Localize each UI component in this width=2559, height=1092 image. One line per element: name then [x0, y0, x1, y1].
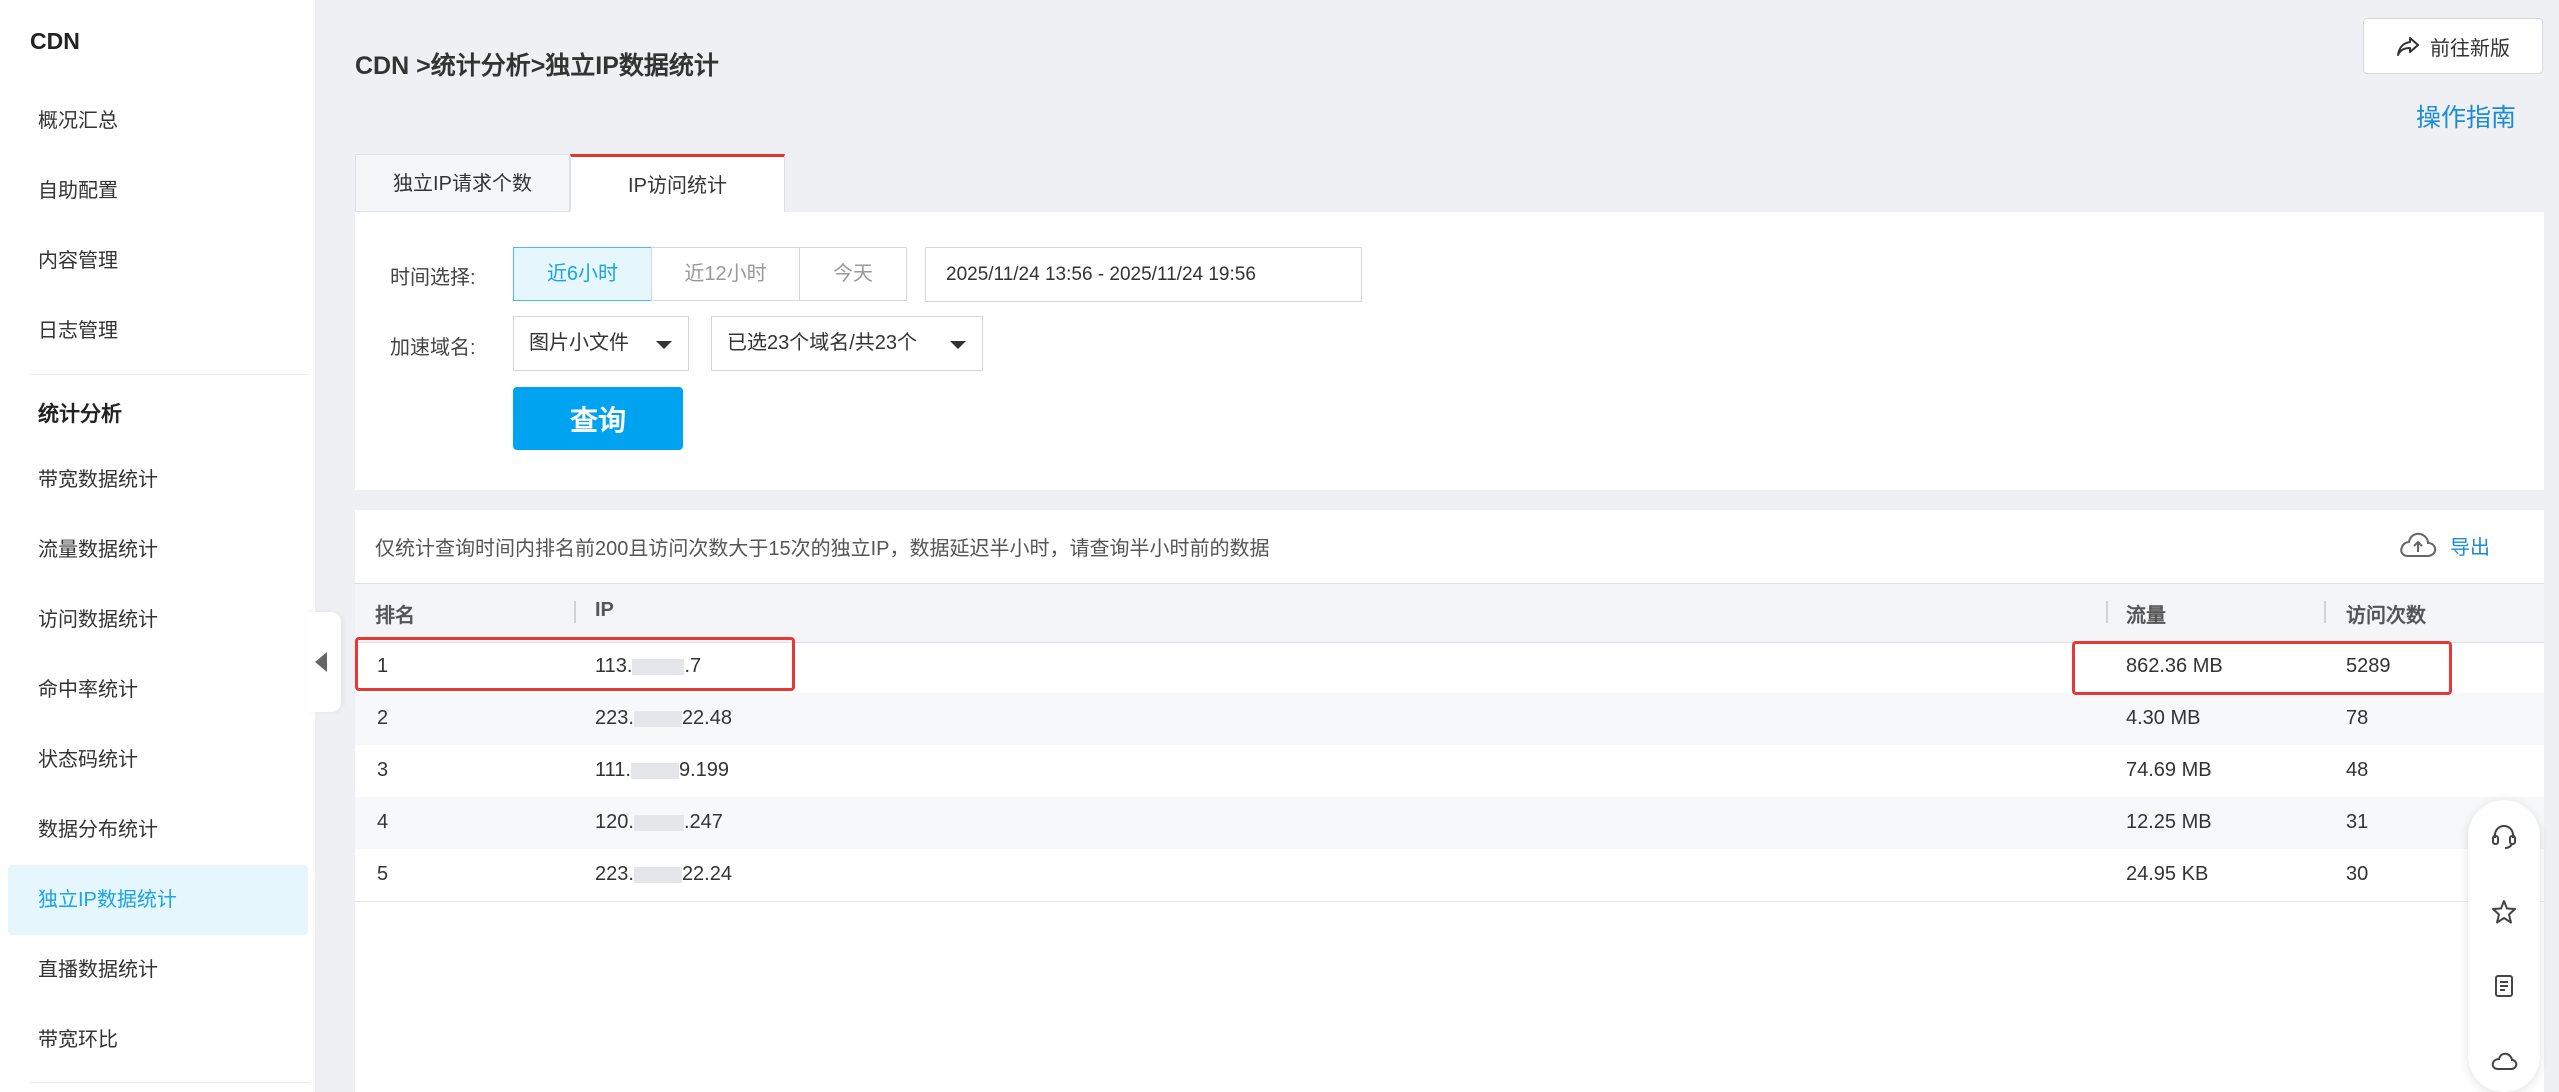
cell-ip: 111. 9.199: [595, 759, 729, 782]
sidebar-item-bandwidth-ratio[interactable]: 带宽环比: [8, 1005, 308, 1075]
floating-toolbar: [2468, 800, 2540, 1092]
cell-traffic: 4.30 MB: [2126, 707, 2201, 729]
table-bottom-divider: [355, 901, 2544, 902]
ip-prefix: 223.: [595, 707, 634, 729]
chevron-left-icon: [315, 652, 327, 672]
sidebar-item-distribution[interactable]: 数据分布统计: [8, 795, 308, 865]
cell-rank: 5: [377, 863, 389, 885]
sidebar-item-unique-ip[interactable]: 独立IP数据统计: [8, 865, 308, 935]
ip-mask: [633, 814, 684, 831]
sidebar-divider: [30, 374, 310, 375]
sidebar-divider: [30, 1082, 310, 1083]
time-option-6h[interactable]: 近6小时: [513, 247, 652, 301]
column-header-ip: IP: [595, 599, 614, 621]
time-option-today[interactable]: 今天: [799, 247, 907, 301]
sidebar-item-self-config[interactable]: 自助配置: [8, 156, 308, 226]
ip-prefix: 223.: [595, 863, 634, 885]
time-select-label: 时间选择:: [390, 267, 476, 289]
sidebar-group-stats: 统计分析: [38, 403, 122, 426]
cell-traffic: 74.69 MB: [2126, 759, 2212, 781]
domain-label: 加速域名:: [390, 337, 476, 359]
cloud-icon[interactable]: [2490, 1048, 2518, 1076]
cell-rank: 2: [377, 707, 389, 729]
cell-visits: 78: [2346, 707, 2369, 729]
cell-rank: 3: [377, 759, 389, 781]
ip-suffix: 9.199: [678, 759, 730, 781]
new-version-button[interactable]: 前往新版: [2363, 18, 2543, 74]
ip-mask: [633, 710, 682, 727]
ip-mask: [630, 762, 679, 779]
sidebar-item-logs[interactable]: 日志管理: [8, 296, 308, 366]
sidebar-item-content[interactable]: 内容管理: [8, 226, 308, 296]
cell-traffic: 24.95 KB: [2126, 863, 2209, 885]
cell-ip: 120. .247: [595, 811, 723, 834]
sidebar-item-hit-rate[interactable]: 命中率统计: [8, 655, 308, 725]
highlight-box-ip: [355, 637, 795, 691]
result-notice: 仅统计查询时间内排名前200且访问次数大于15次的独立IP，数据延迟半小时，请查…: [375, 538, 1270, 560]
sidebar: CDN 概况汇总 自助配置 内容管理 日志管理 统计分析 带宽数据统计 流量数据…: [0, 0, 315, 1092]
cell-traffic: 12.25 MB: [2126, 811, 2212, 833]
ip-suffix: .247: [683, 811, 723, 833]
highlight-box-traffic-visits: [2072, 641, 2452, 695]
cell-visits: 48: [2346, 759, 2369, 781]
sidebar-item-traffic[interactable]: 流量数据统计: [8, 515, 308, 585]
sidebar-item-bandwidth[interactable]: 带宽数据统计: [8, 445, 308, 515]
share-icon: [2397, 37, 2419, 56]
tab-unique-ip-requests[interactable]: 独立IP请求个数: [355, 154, 570, 212]
cell-visits: 31: [2346, 811, 2369, 833]
ip-suffix: 22.24: [681, 863, 732, 885]
new-version-label: 前往新版: [2430, 37, 2510, 60]
sidebar-item-live[interactable]: 直播数据统计: [8, 935, 308, 1005]
tab-ip-visit-stats[interactable]: IP访问统计: [570, 154, 785, 213]
column-header-rank: 排名: [375, 605, 415, 627]
ip-mask: [633, 866, 682, 883]
cell-ip: 223. 22.24: [595, 863, 732, 886]
headset-icon[interactable]: [2490, 822, 2518, 850]
star-icon[interactable]: [2490, 898, 2518, 926]
column-separator: [2106, 601, 2108, 623]
caret-down-icon: [950, 341, 966, 349]
domain-type-value: 图片小文件: [529, 332, 629, 354]
ip-prefix: 111.: [595, 759, 631, 781]
column-separator: [574, 601, 576, 623]
document-icon[interactable]: [2490, 972, 2518, 1000]
sidebar-item-status-code[interactable]: 状态码统计: [8, 725, 308, 795]
cell-ip: 223. 22.48: [595, 707, 732, 730]
sidebar-item-visits[interactable]: 访问数据统计: [8, 585, 308, 655]
cell-visits: 30: [2346, 863, 2369, 885]
sidebar-collapse-handle[interactable]: [305, 612, 341, 712]
domain-type-select[interactable]: 图片小文件: [513, 316, 689, 371]
sidebar-title: CDN: [30, 28, 80, 54]
sidebar-item-overview[interactable]: 概况汇总: [8, 86, 308, 156]
ip-suffix: 22.48: [681, 707, 732, 729]
caret-down-icon: [656, 341, 672, 349]
table-header: [355, 583, 2544, 643]
date-range-picker[interactable]: 2025/11/24 13:56 - 2025/11/24 19:56: [925, 247, 1362, 302]
column-header-traffic: 流量: [2126, 605, 2166, 627]
cell-rank: 4: [377, 811, 389, 833]
query-button[interactable]: 查询: [513, 387, 683, 450]
time-option-12h[interactable]: 近12小时: [651, 247, 800, 301]
column-header-visits: 访问次数: [2346, 605, 2426, 627]
breadcrumb: CDN >统计分析>独立IP数据统计: [355, 52, 719, 80]
export-label: 导出: [2450, 536, 2490, 559]
export-button[interactable]: 导出: [2398, 530, 2490, 560]
ip-prefix: 120.: [595, 811, 634, 833]
domain-selection-value: 已选23个域名/共23个: [727, 332, 918, 354]
column-separator: [2324, 601, 2326, 623]
cloud-upload-icon: [2400, 532, 2437, 557]
domain-multi-select[interactable]: 已选23个域名/共23个: [711, 316, 983, 371]
guide-link[interactable]: 操作指南: [2416, 98, 2516, 134]
